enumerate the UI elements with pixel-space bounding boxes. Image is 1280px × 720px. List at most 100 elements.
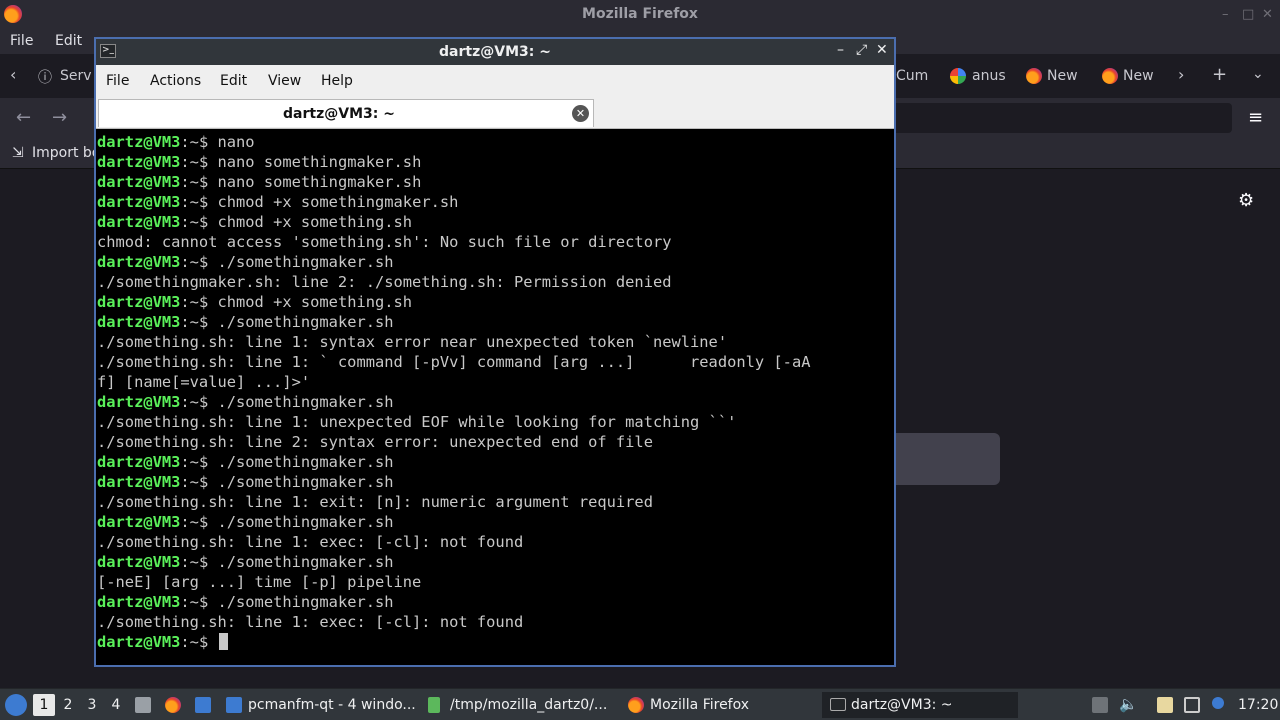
desktop-4-button[interactable]: 4 [105, 694, 127, 716]
task-pcmanfm-label: pcmanfm-qt - 4 windo... [248, 697, 416, 713]
tray-up-icon[interactable] [1092, 697, 1108, 713]
terminal-prompt: dartz@VM3 [97, 213, 181, 231]
terminal-prompt: dartz@VM3 [97, 253, 181, 271]
terminal-command: nano [217, 133, 255, 151]
close-icon[interactable]: ✕ [1262, 7, 1273, 22]
terminal-line: dartz@VM3:~$ chmod +x something.sh [97, 292, 893, 312]
terminal-output-text: ./something.sh: line 1: exec: [-cl]: not… [97, 533, 524, 551]
volume-icon[interactable]: 🔈 [1119, 695, 1138, 713]
tab-new-1[interactable]: New [1047, 68, 1078, 84]
terminal-command: ./somethingmaker.sh [217, 513, 394, 531]
back-arrow-icon[interactable]: ← [16, 107, 31, 128]
new-tab-plus-icon[interactable]: + [1212, 64, 1227, 85]
import-bookmarks-icon: ⇲ [12, 145, 24, 161]
terminal-line: ./something.sh: line 1: exec: [-cl]: not… [97, 532, 893, 552]
terminal-line: dartz@VM3:~$ ./somethingmaker.sh [97, 552, 893, 572]
terminal-line: f] [name[=value] ...]>' [97, 372, 893, 392]
menu-help[interactable]: Help [321, 73, 353, 89]
terminal-tab-label: dartz@VM3: ~ [283, 106, 395, 122]
firefox-icon [628, 697, 644, 713]
task-tmp-folder[interactable]: /tmp/mozilla_dartz0/... [422, 692, 618, 718]
desktop-2-button[interactable]: 2 [57, 694, 79, 716]
terminal-command: nano somethingmaker.sh [217, 173, 422, 191]
tab-new-2[interactable]: New [1123, 68, 1154, 84]
terminal-line: dartz@VM3:~$ ./somethingmaker.sh [97, 592, 893, 612]
task-terminal[interactable]: dartz@VM3: ~ [822, 692, 1018, 718]
terminal-prompt-suffix: :~$ [180, 513, 218, 531]
terminal-output-text: ./something.sh: line 2: syntax error: un… [97, 433, 653, 451]
task-pcmanfm[interactable]: pcmanfm-qt - 4 windo... [220, 692, 416, 718]
task-firefox[interactable]: Mozilla Firefox [622, 692, 818, 718]
minimize-icon[interactable]: – [837, 42, 844, 58]
file-manager-launcher-icon[interactable] [195, 697, 211, 713]
maximize-icon[interactable]: □ [1242, 7, 1254, 22]
terminal-prompt-suffix: :~$ [180, 473, 218, 491]
menu-edit[interactable]: Edit [55, 33, 82, 49]
terminal-tab[interactable]: dartz@VM3: ~ ✕ [98, 99, 594, 127]
clipboard-icon[interactable] [1157, 697, 1173, 713]
terminal-output-text: [-neE] [arg ...] time [-p] pipeline [97, 573, 422, 591]
terminal-line: ./something.sh: line 1: ` command [-pVv]… [97, 352, 893, 372]
tab-scroll-right-icon[interactable]: › [1178, 65, 1184, 84]
terminal-line: dartz@VM3:~$ [97, 632, 893, 652]
terminal-line: dartz@VM3:~$ ./somethingmaker.sh [97, 312, 893, 332]
terminal-line: [-neE] [arg ...] time [-p] pipeline [97, 572, 893, 592]
terminal-prompt: dartz@VM3 [97, 593, 181, 611]
menu-view[interactable]: View [268, 73, 301, 89]
list-tabs-chevron-icon[interactable]: ⌄ [1252, 66, 1264, 82]
terminal-titlebar[interactable]: >_ dartz@VM3: ~ – ⤢ ✕ [96, 39, 894, 65]
tab-anus[interactable]: anus [972, 68, 1006, 84]
terminal-prompt-suffix: :~$ [180, 633, 218, 651]
clock[interactable]: 17:20 [1238, 697, 1278, 713]
show-desktop-icon[interactable] [135, 697, 151, 713]
terminal-prompt-suffix: :~$ [180, 453, 218, 471]
terminal-line: ./something.sh: line 1: syntax error nea… [97, 332, 893, 352]
update-icon[interactable] [1212, 697, 1224, 709]
close-tab-icon[interactable]: ✕ [572, 105, 589, 122]
terminal-output-text: chmod: cannot access 'something.sh': No … [97, 233, 672, 251]
terminal-command: ./somethingmaker.sh [217, 453, 394, 471]
desktop-3-button[interactable]: 3 [81, 694, 103, 716]
terminal-line: chmod: cannot access 'something.sh': No … [97, 232, 893, 252]
close-icon[interactable]: ✕ [876, 42, 888, 58]
terminal-command: ./somethingmaker.sh [217, 393, 394, 411]
terminal-prompt: dartz@VM3 [97, 473, 181, 491]
start-menu-icon[interactable] [5, 694, 27, 716]
menu-file[interactable]: File [10, 33, 33, 49]
terminal-prompt-suffix: :~$ [180, 173, 218, 191]
forward-arrow-icon[interactable]: → [52, 107, 67, 128]
tab-scroll-left-icon[interactable]: ‹ [10, 65, 16, 84]
terminal-line: dartz@VM3:~$ chmod +x something.sh [97, 212, 893, 232]
import-bookmarks-label[interactable]: Import bo [32, 145, 100, 161]
terminal-prompt: dartz@VM3 [97, 453, 181, 471]
minimize-icon[interactable]: – [1222, 7, 1229, 22]
tab-serv[interactable]: Serv [60, 68, 92, 84]
maximize-icon[interactable]: ⤢ [856, 42, 867, 58]
content-card[interactable] [880, 433, 1000, 485]
desktop-1-button[interactable]: 1 [33, 694, 55, 716]
menu-actions[interactable]: Actions [150, 73, 201, 89]
hamburger-menu-icon[interactable]: ≡ [1248, 107, 1263, 128]
terminal-command: chmod +x something.sh [217, 213, 413, 231]
terminal-output-text: ./somethingmaker.sh: line 2: ./something… [97, 273, 672, 291]
terminal-command: ./somethingmaker.sh [217, 553, 394, 571]
network-icon[interactable] [1184, 697, 1200, 713]
tab-cum[interactable]: Cum [896, 68, 928, 84]
terminal-line: dartz@VM3:~$ ./somethingmaker.sh [97, 512, 893, 532]
google-icon [950, 68, 966, 84]
terminal-tabbar: dartz@VM3: ~ ✕ [96, 95, 894, 129]
menu-file[interactable]: File [106, 73, 129, 89]
firefox-launcher-icon[interactable] [165, 697, 181, 713]
terminal-line: dartz@VM3:~$ nano somethingmaker.sh [97, 152, 893, 172]
terminal-command: ./somethingmaker.sh [217, 313, 394, 331]
terminal-prompt: dartz@VM3 [97, 153, 181, 171]
task-terminal-label: dartz@VM3: ~ [851, 697, 953, 713]
terminal-line: dartz@VM3:~$ nano [97, 132, 893, 152]
terminal-output[interactable]: dartz@VM3:~$ nano dartz@VM3:~$ nano somet… [97, 132, 893, 664]
terminal-prompt: dartz@VM3 [97, 633, 181, 651]
menu-edit[interactable]: Edit [220, 73, 247, 89]
url-bar[interactable] [870, 103, 1232, 133]
gear-icon[interactable]: ⚙ [1238, 190, 1254, 211]
terminal-prompt-suffix: :~$ [180, 313, 218, 331]
terminal-menubar: File Actions Edit View Help [96, 65, 894, 95]
